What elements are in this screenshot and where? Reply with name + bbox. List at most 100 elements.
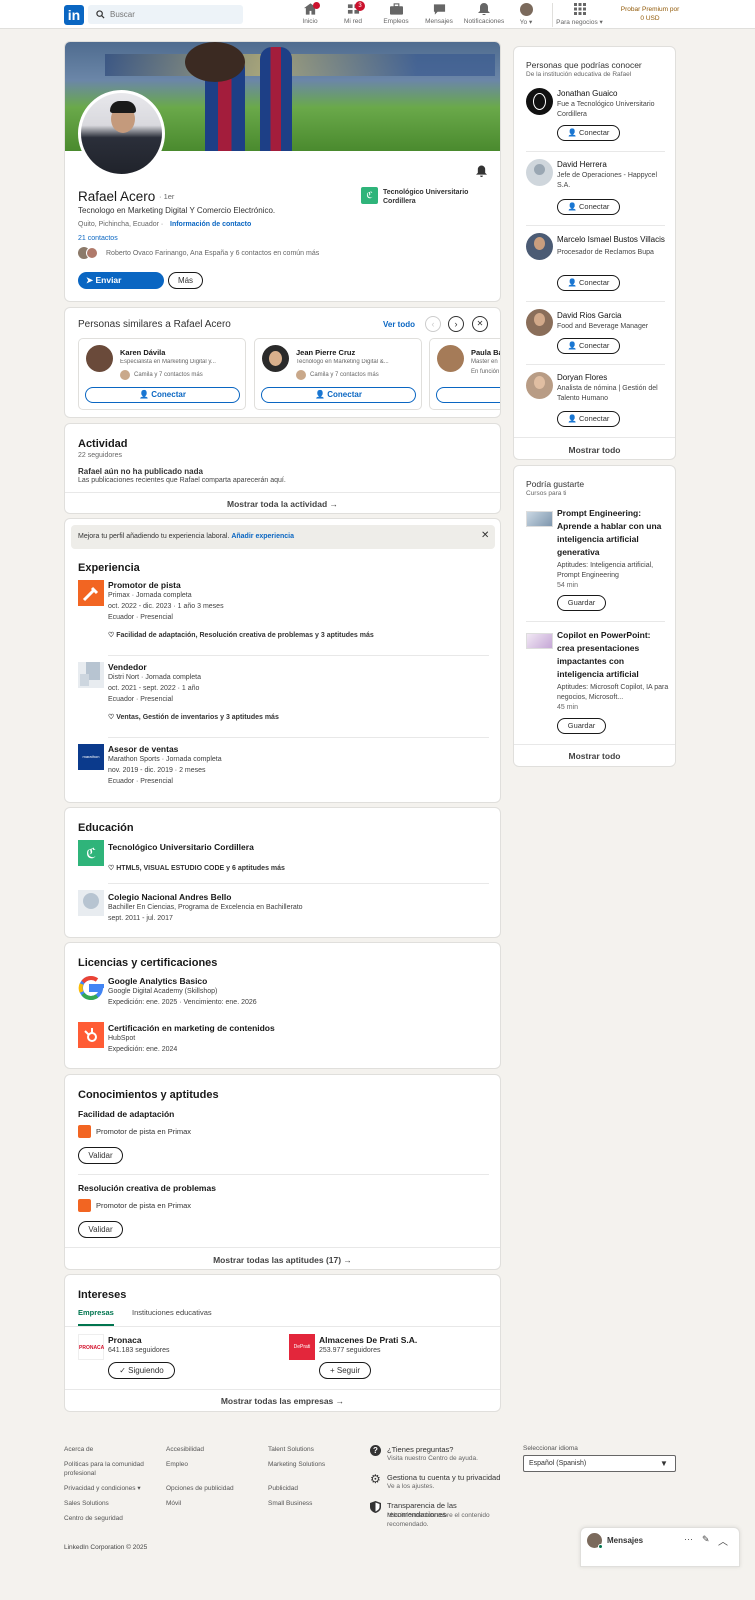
- avatar[interactable]: [526, 159, 553, 186]
- skills-line[interactable]: ♡ HTML5, VISUAL ESTUDIO CODE y 6 aptitud…: [108, 863, 285, 874]
- linkedin-logo[interactable]: in: [64, 5, 84, 25]
- person-name[interactable]: Marcelo Ismael Bustos Villacis: [557, 234, 669, 246]
- nav-messaging[interactable]: Mensajes: [422, 3, 456, 27]
- person-name[interactable]: David Rios Garcia: [557, 311, 669, 320]
- company-name[interactable]: Almacenes De Prati S.A.: [319, 1335, 417, 1345]
- search-input[interactable]: [110, 7, 235, 22]
- person-name[interactable]: Jonathan Guaico: [557, 89, 669, 98]
- avatar[interactable]: [526, 88, 553, 115]
- connect-button[interactable]: 👤: [436, 387, 500, 403]
- add-experience-link[interactable]: Añadir experiencia: [231, 533, 294, 540]
- people-you-may-know-card: Personas que podrías conocer De la insti…: [513, 46, 676, 460]
- show-all-people[interactable]: Mostrar todo: [514, 445, 675, 455]
- footer-link[interactable]: Sales Solutions: [64, 1499, 154, 1508]
- school-name[interactable]: Tecnológico Universitario Cordillera: [108, 842, 254, 852]
- mutual-connections[interactable]: Roberto Ovaco Farinango, Ana España y 6 …: [106, 250, 319, 257]
- footer-link[interactable]: Opciones de publicidad: [166, 1484, 256, 1493]
- bell-icon[interactable]: [476, 165, 487, 177]
- footer-link[interactable]: Centro de seguridad: [64, 1514, 154, 1523]
- skill-name[interactable]: Resolución creativa de problemas: [78, 1183, 216, 1193]
- connect-button[interactable]: 👤 Conectar: [557, 411, 620, 427]
- nav-home[interactable]: Inicio: [295, 2, 325, 27]
- person-name[interactable]: David Herrera: [557, 160, 669, 169]
- more-button[interactable]: Más: [168, 272, 203, 289]
- tab-schools[interactable]: Instituciones educativas: [132, 1308, 212, 1317]
- course-thumbnail[interactable]: [526, 511, 553, 527]
- connect-button[interactable]: 👤 Conectar: [557, 338, 620, 354]
- followers: 253.977 seguidores: [319, 1347, 381, 1354]
- following-button[interactable]: ✓ Siguiendo: [108, 1362, 175, 1379]
- person-name[interactable]: Doryan Flores: [557, 373, 669, 382]
- footer-link[interactable]: Accesibilidad: [166, 1445, 256, 1454]
- chevron-up-icon[interactable]: ︿: [718, 1533, 728, 1548]
- contacts-link[interactable]: 21 contactos: [78, 235, 118, 242]
- license-item: Certificación en marketing de contenidos…: [108, 1023, 275, 1055]
- language-select[interactable]: Español (Spanish) ▼: [523, 1455, 676, 1472]
- save-button[interactable]: Guardar: [557, 595, 606, 611]
- skill-name[interactable]: Facilidad de adaptación: [78, 1109, 174, 1119]
- save-button[interactable]: Guardar: [557, 718, 606, 734]
- skills-line[interactable]: ♡ Facilidad de adaptación, Resolución cr…: [108, 630, 374, 641]
- online-status-dot: [598, 1544, 603, 1549]
- messaging-dock[interactable]: Mensajes ··· ✎ ︿: [580, 1527, 740, 1567]
- profile-photo[interactable]: [78, 90, 165, 177]
- similar-person-card[interactable]: Karen Dávila Especialista en Marketing D…: [78, 338, 246, 410]
- connect-button[interactable]: 👤 Conectar: [85, 387, 240, 403]
- footer-link[interactable]: Publicidad: [268, 1484, 358, 1493]
- person-name: Jean Pierre Cruz: [296, 348, 356, 357]
- avatar[interactable]: [526, 233, 553, 260]
- similar-person-card[interactable]: Jean Pierre Cruz Tecnólogo en Marketing …: [254, 338, 422, 410]
- connect-button[interactable]: 👤 Conectar: [261, 387, 416, 403]
- close-icon[interactable]: ✕: [472, 316, 488, 332]
- avatar[interactable]: [526, 309, 553, 336]
- dates: nov. 2019 - dic. 2019 · 2 meses: [108, 767, 206, 774]
- connect-button[interactable]: 👤 Conectar: [557, 199, 620, 215]
- tab-companies[interactable]: Empresas: [78, 1308, 114, 1326]
- show-all-activity[interactable]: Mostrar toda la actividad →: [65, 499, 500, 509]
- course-thumbnail[interactable]: [526, 633, 553, 649]
- footer-link[interactable]: Small Business: [268, 1499, 358, 1508]
- footer-link[interactable]: Privacidad y condiciones ▾: [64, 1484, 154, 1493]
- compose-icon[interactable]: ✎: [702, 1534, 710, 1545]
- footer-link[interactable]: Políticas para la comunidad profesional: [64, 1460, 154, 1478]
- validate-button[interactable]: Validar: [78, 1147, 123, 1164]
- course-title[interactable]: Copilot en PowerPoint: crea presentacion…: [557, 629, 669, 681]
- footer-link[interactable]: Móvil: [166, 1499, 256, 1508]
- search-box[interactable]: [88, 5, 243, 24]
- see-all-link[interactable]: Ver todo: [383, 320, 415, 329]
- follow-button[interactable]: + Seguir: [319, 1362, 371, 1379]
- footer-link[interactable]: Acerca de: [64, 1445, 154, 1454]
- nav-for-business[interactable]: Para negocios ▾: [552, 3, 606, 27]
- validate-button[interactable]: Validar: [78, 1221, 123, 1238]
- nav-notifications[interactable]: Notificaciones: [462, 3, 506, 27]
- help-item[interactable]: ? ¿Tienes preguntas? Visita nuestro Cent…: [370, 1445, 515, 1473]
- prev-arrow-icon[interactable]: ‹: [425, 316, 441, 332]
- close-icon[interactable]: ✕: [481, 530, 489, 541]
- next-arrow-icon[interactable]: ›: [448, 316, 464, 332]
- skills-line[interactable]: ♡ Ventas, Gestión de inventarios y 3 apt…: [108, 712, 279, 723]
- help-item[interactable]: Transparencia de las recomendaciones Más…: [370, 1501, 515, 1531]
- contact-info-link[interactable]: Información de contacto: [170, 221, 251, 228]
- help-item[interactable]: ⚙ Gestiona tu cuenta y tu privacidad Ve …: [370, 1472, 515, 1501]
- footer-link[interactable]: Marketing Solutions: [268, 1460, 358, 1469]
- send-message-button[interactable]: ➤ Enviar mensaje: [78, 272, 164, 301]
- company-name[interactable]: Pronaca: [108, 1335, 170, 1345]
- similar-person-card[interactable]: Paula Ba Master en En función 👤: [429, 338, 500, 410]
- footer-link[interactable]: Talent Solutions: [268, 1445, 358, 1454]
- nav-my-network[interactable]: 3 Mi red: [338, 1, 368, 27]
- connect-button[interactable]: 👤 Conectar: [557, 125, 620, 141]
- more-options-icon[interactable]: ···: [684, 1534, 693, 1544]
- footer-link[interactable]: Empleo: [166, 1460, 256, 1469]
- show-all-courses[interactable]: Mostrar todo: [514, 751, 675, 761]
- course-title[interactable]: Prompt Engineering: Aprende a hablar con…: [557, 507, 669, 559]
- show-all-companies[interactable]: Mostrar todas las empresas →: [65, 1396, 500, 1406]
- nav-me[interactable]: Yo ▾: [514, 3, 538, 27]
- school-name[interactable]: Colegio Nacional Andres Bello: [108, 892, 303, 902]
- connect-button[interactable]: 👤 Conectar: [557, 275, 620, 291]
- avatar[interactable]: [526, 372, 553, 399]
- school-link[interactable]: Tecnológico Universitario Cordillera: [383, 188, 493, 206]
- language-value: Español (Spanish): [529, 1460, 587, 1467]
- premium-link[interactable]: Probar Premium por 0 USD: [620, 5, 680, 23]
- nav-jobs[interactable]: Empleos: [380, 3, 412, 27]
- show-all-skills[interactable]: Mostrar todas las aptitudes (17) →: [65, 1255, 500, 1265]
